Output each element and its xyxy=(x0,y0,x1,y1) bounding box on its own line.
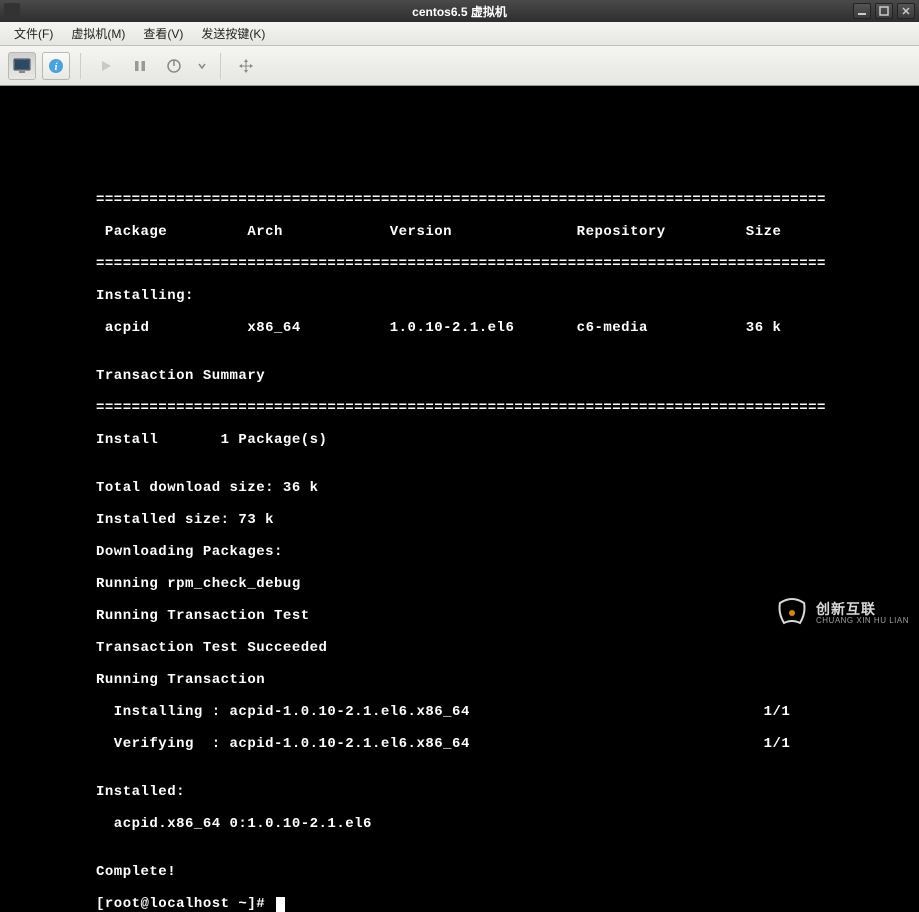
fullscreen-button[interactable] xyxy=(232,52,260,80)
t-line: Downloading Packages: xyxy=(96,544,823,560)
watermark-logo-icon xyxy=(774,595,810,631)
t-line: ========================================… xyxy=(96,256,823,272)
pause-button[interactable] xyxy=(126,52,154,80)
separator xyxy=(80,53,82,79)
menu-file[interactable]: 文件(F) xyxy=(6,23,61,44)
pause-icon xyxy=(133,59,147,73)
power-icon xyxy=(166,58,182,74)
move-icon xyxy=(237,57,255,75)
t-installed-header: Installed: xyxy=(96,784,823,800)
t-complete: Complete! xyxy=(96,864,823,880)
t-verifying: Verifying : acpid-1.0.10-2.1.el6.x86_64 … xyxy=(96,736,823,752)
t-line: Installing: xyxy=(96,288,823,304)
t-download-size: Total download size: 36 k xyxy=(96,480,823,496)
monitor-icon xyxy=(13,58,31,74)
t-line: Running Transaction Test xyxy=(96,608,823,624)
power-dropdown[interactable] xyxy=(194,52,210,80)
menu-vm[interactable]: 虚拟机(M) xyxy=(63,23,133,44)
shell-prompt: [root@localhost ~]# xyxy=(96,896,274,912)
terminal-output[interactable]: ========================================… xyxy=(0,86,919,912)
window-controls xyxy=(853,3,915,19)
menu-send-keys[interactable]: 发送按键(K) xyxy=(193,23,273,44)
power-button[interactable] xyxy=(160,52,188,80)
info-button[interactable]: i xyxy=(42,52,70,80)
close-button[interactable] xyxy=(897,3,915,19)
console-button[interactable] xyxy=(8,52,36,80)
separator xyxy=(220,53,222,79)
watermark: 创新互联 CHUANG XIN HU LIAN xyxy=(774,595,909,631)
t-line: ========================================… xyxy=(96,192,823,208)
watermark-text: 创新互联 xyxy=(816,602,909,616)
t-install-count: Install 1 Package(s) xyxy=(96,432,823,448)
t-summary: Transaction Summary xyxy=(96,368,823,384)
t-installed-size: Installed size: 73 k xyxy=(96,512,823,528)
window-title: centos6.5 虚拟机 xyxy=(412,3,507,20)
minimize-button[interactable] xyxy=(853,3,871,19)
t-header: Package Arch Version Repository Size xyxy=(96,224,823,240)
play-button[interactable] xyxy=(92,52,120,80)
menubar: 文件(F) 虚拟机(M) 查看(V) 发送按键(K) xyxy=(0,22,919,46)
watermark-subtext: CHUANG XIN HU LIAN xyxy=(816,616,909,625)
toolbar: i xyxy=(0,46,919,86)
info-icon: i xyxy=(47,57,65,75)
t-line: Transaction Test Succeeded xyxy=(96,640,823,656)
t-line: Running rpm_check_debug xyxy=(96,576,823,592)
chevron-down-icon xyxy=(197,61,207,71)
t-installing: Installing : acpid-1.0.10-2.1.el6.x86_64… xyxy=(96,704,823,720)
maximize-button[interactable] xyxy=(875,3,893,19)
menu-view[interactable]: 查看(V) xyxy=(135,23,191,44)
titlebar: centos6.5 虚拟机 xyxy=(0,0,919,22)
t-installed-pkg: acpid.x86_64 0:1.0.10-2.1.el6 xyxy=(96,816,823,832)
t-package-row: acpid x86_64 1.0.10-2.1.el6 c6-media 36 … xyxy=(96,320,823,336)
window-icon xyxy=(4,3,20,19)
t-line: ========================================… xyxy=(96,400,823,416)
play-icon xyxy=(99,59,113,73)
cursor xyxy=(276,897,285,912)
t-line: Running Transaction xyxy=(96,672,823,688)
